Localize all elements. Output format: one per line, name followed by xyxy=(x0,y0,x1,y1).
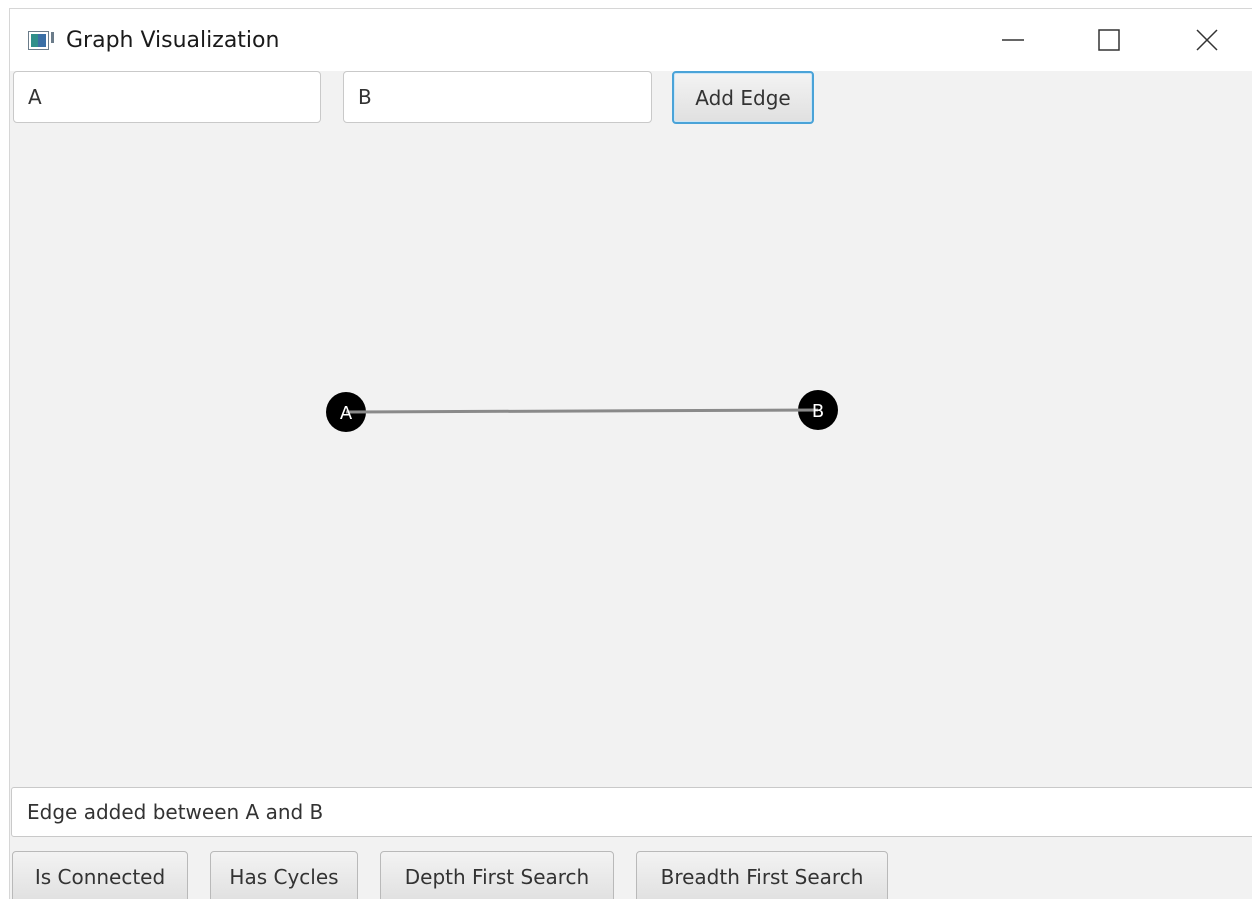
title-bar[interactable]: Graph Visualization xyxy=(10,9,1252,71)
has-cycles-button[interactable]: Has Cycles xyxy=(210,851,358,899)
vertex-a-input[interactable] xyxy=(13,71,321,123)
close-icon xyxy=(1196,29,1218,51)
maximize-icon xyxy=(1098,29,1120,51)
status-message-field[interactable] xyxy=(11,787,1252,837)
add-edge-button[interactable]: Add Edge xyxy=(672,71,814,124)
minimize-button[interactable] xyxy=(978,9,1048,71)
vertex-b-input[interactable] xyxy=(343,71,652,123)
window-title: Graph Visualization xyxy=(66,28,280,53)
app-window: Graph Visualization Add Edge AB Is Conne… xyxy=(9,8,1252,899)
graph-edge-a-b[interactable] xyxy=(345,408,819,414)
graph-node-label-a: A xyxy=(340,403,353,424)
minimize-icon xyxy=(1002,39,1024,41)
close-button[interactable] xyxy=(1172,9,1242,71)
maximize-button[interactable] xyxy=(1074,9,1144,71)
is-connected-button[interactable]: Is Connected xyxy=(12,851,188,899)
breadth-first-search-button[interactable]: Breadth First Search xyxy=(636,851,888,899)
graph-canvas[interactable]: AB xyxy=(10,129,1252,784)
depth-first-search-button[interactable]: Depth First Search xyxy=(380,851,614,899)
graph-node-label-b: B xyxy=(812,401,824,422)
java-app-icon xyxy=(28,31,54,50)
